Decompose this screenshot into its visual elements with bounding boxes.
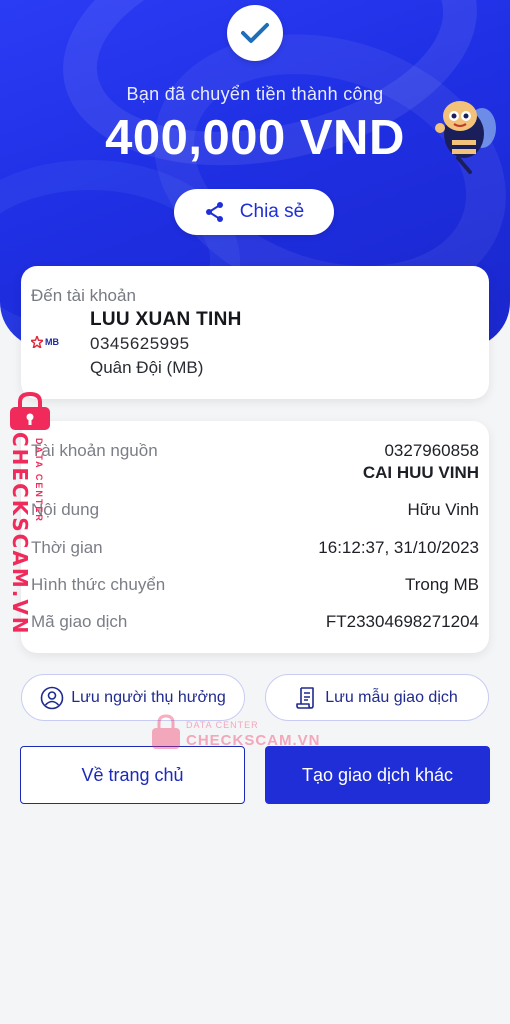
save-template-label: Lưu mẫu giao dịch	[325, 688, 458, 706]
center-watermark-subtext: DATA CENTER	[186, 720, 259, 730]
bee-mascot-icon	[435, 101, 496, 174]
transfer-method-value: Trong MB	[404, 575, 479, 594]
mb-bank-logo: MB	[31, 334, 65, 350]
recipient-bank-name: Quân Đội (MB)	[90, 358, 204, 377]
recipient-name: LUU XUAN TINH	[90, 309, 242, 330]
success-check-icon	[227, 5, 283, 61]
new-transaction-label: Tạo giao dịch khác	[301, 764, 454, 785]
new-transaction-button[interactable]: Tạo giao dịch khác	[265, 746, 490, 804]
content-value: Hữu Vinh	[407, 500, 479, 519]
user-circle-icon	[40, 686, 64, 709]
time-value: 16:12:37, 31/10/2023	[318, 538, 479, 557]
checkscam-watermark: CHECKSCAM.VN DATA CENTER	[4, 392, 56, 636]
receipt-icon	[296, 686, 315, 709]
share-icon	[205, 202, 223, 222]
source-account-number: 0327960858	[384, 441, 479, 460]
center-watermark: DATA CENTER CHECKSCAM.VN	[150, 714, 330, 754]
home-button-label: Về trang chủ	[81, 764, 184, 785]
watermark-subtext: DATA CENTER	[34, 438, 44, 523]
lock-icon	[152, 714, 180, 749]
transaction-id-value: FT23304698271204	[325, 612, 479, 631]
mb-logo-text: MB	[45, 337, 59, 347]
share-button[interactable]: Chia sẻ	[174, 189, 334, 235]
save-beneficiary-label: Lưu người thụ hưởng	[71, 688, 226, 706]
watermark-text: CHECKSCAM.VN	[8, 432, 32, 636]
mb-star-icon	[31, 336, 43, 348]
home-button[interactable]: Về trang chủ	[20, 746, 245, 804]
recipient-title: Đến tài khoản	[31, 286, 136, 305]
transaction-id-label: Mã giao dịch	[31, 612, 128, 631]
center-watermark-text: CHECKSCAM.VN	[186, 732, 321, 749]
lock-icon	[10, 392, 50, 430]
source-account-name: CAI HUU VINH	[362, 463, 479, 482]
recipient-card: Đến tài khoản MB LUU XUAN TINH 034562599…	[21, 266, 489, 399]
transaction-details-card: Tài khoản nguồn 0327960858 CAI HUU VINH …	[21, 421, 489, 653]
share-label: Chia sẻ	[239, 201, 305, 222]
recipient-account-number: 0345625995	[90, 334, 190, 353]
